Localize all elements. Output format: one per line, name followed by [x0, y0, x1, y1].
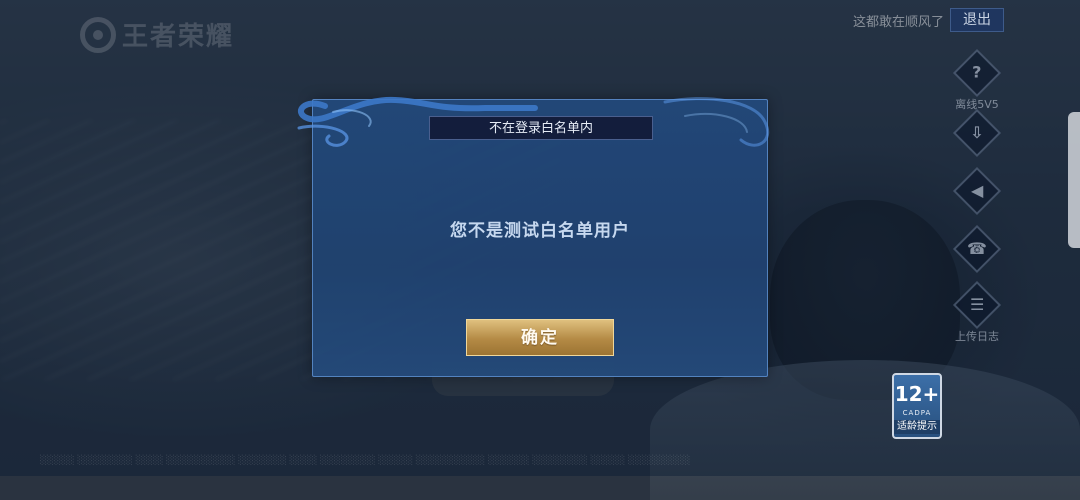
- footer-legal-text: ░░░░░ ░░░░░░░░ ░░░░ ░░░░░░░░░░ ░░░░░░░ ░…: [40, 456, 691, 466]
- download-icon: ⇩: [952, 108, 1002, 158]
- speaker-icon: ◀: [952, 166, 1002, 216]
- age-rating-tip: 适龄提示: [894, 420, 940, 434]
- side-item-label: 上传日志: [955, 330, 999, 343]
- logo-text: 王者荣耀: [122, 22, 235, 52]
- confirm-button[interactable]: 确定: [466, 319, 614, 356]
- edge-scroll-handle[interactable]: [1068, 112, 1080, 248]
- top-right-bar: 这都敢在顺风了 退出: [853, 8, 1004, 32]
- side-item-service[interactable]: ☎: [948, 224, 1006, 274]
- game-logo: 王者荣耀: [80, 16, 234, 53]
- logout-button[interactable]: 退出: [950, 8, 1004, 32]
- logo-mark-icon: [80, 16, 116, 53]
- side-item-upload-log[interactable]: ☰ 上传日志: [948, 280, 1006, 344]
- age-rating-badge[interactable]: 12+ CADPA 适龄提示: [892, 373, 942, 439]
- side-item-sound[interactable]: ◀: [948, 166, 1006, 216]
- phone-icon: ☎: [952, 224, 1002, 274]
- side-item-download[interactable]: ⇩: [948, 108, 1006, 158]
- status-text: 这都敢在顺风了: [852, 14, 944, 30]
- side-item-offline-5v5[interactable]: ? 离线5V5: [948, 48, 1006, 112]
- dialog-title: 不在登录白名单内: [429, 116, 653, 140]
- age-rating-value: 12+: [894, 382, 940, 406]
- notes-icon: ☰: [952, 280, 1002, 330]
- whitelist-error-dialog: 不在登录白名单内 您不是测试白名单用户 确定: [297, 96, 769, 377]
- age-rating-org: CADPA: [902, 409, 932, 417]
- question-icon: ?: [952, 48, 1002, 98]
- dialog-message: 您不是测试白名单用户: [450, 221, 630, 241]
